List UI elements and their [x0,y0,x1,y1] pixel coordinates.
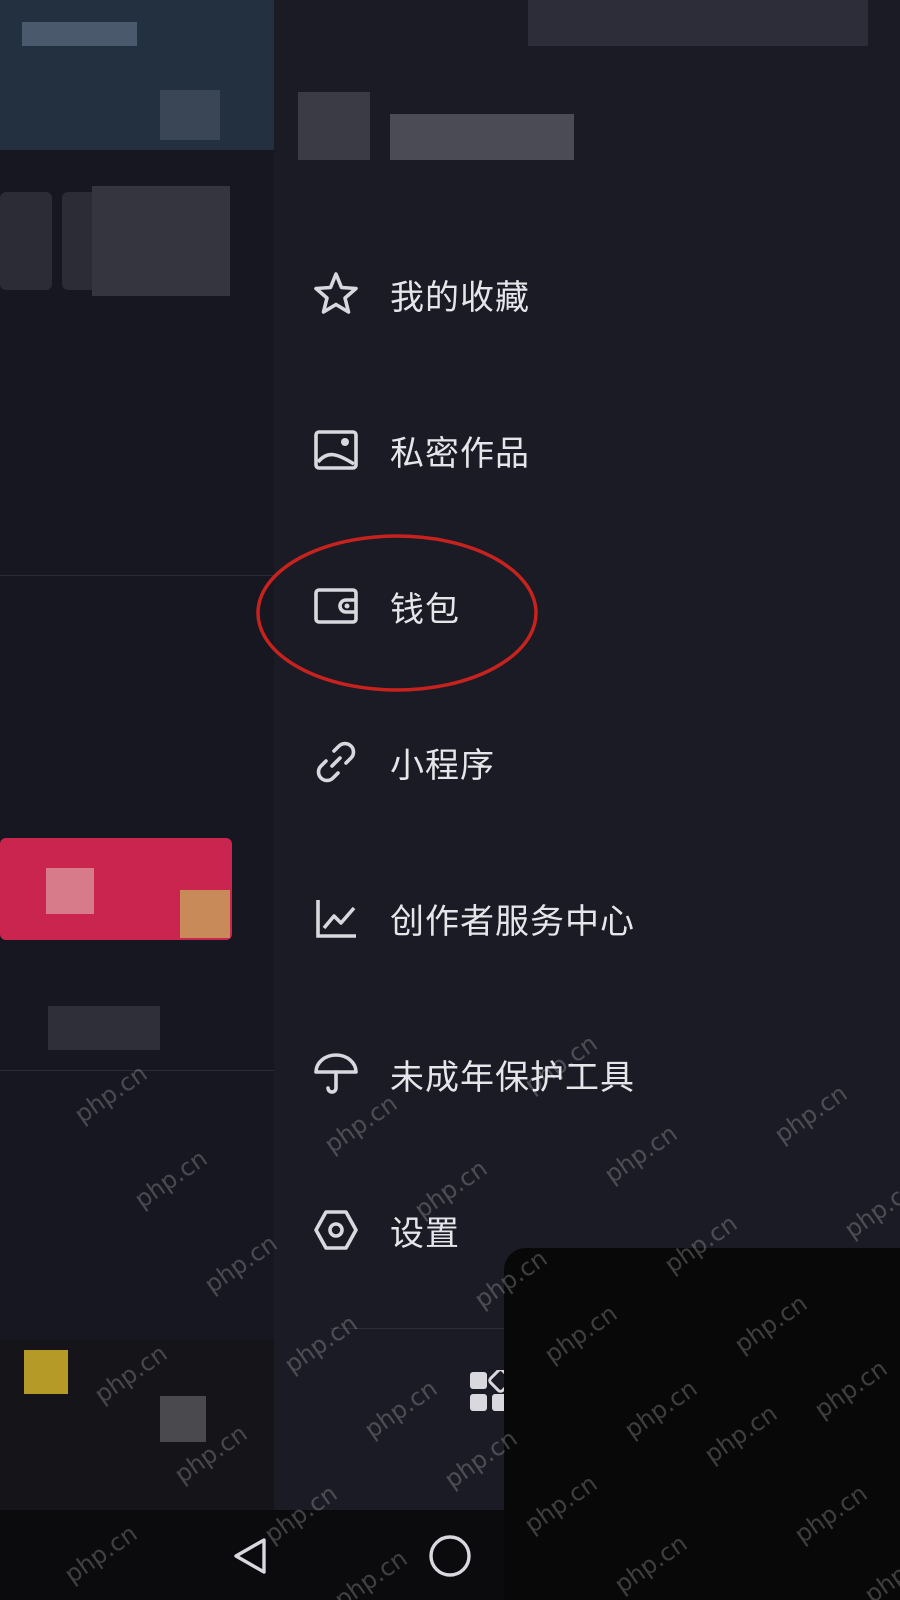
blurred-text [160,90,220,140]
blurred-username [390,114,574,160]
blurred-yellow-detail [24,1350,68,1394]
menu-item-wallet[interactable]: 钱包 [310,566,870,646]
umbrella-icon [310,1048,362,1100]
menu-item-label: 未成年保护工具 [390,1057,635,1098]
hexagon-settings-icon [310,1204,362,1256]
star-icon [310,268,362,320]
blurred-avatar [298,92,370,160]
menu-item-mini-programs[interactable]: 小程序 [310,722,870,802]
blurred-thumbnail [92,186,230,296]
menu-item-favorites[interactable]: 我的收藏 [310,254,870,334]
blurred-text [22,22,137,46]
blurred-gray-detail [160,1396,206,1442]
screen: 我的收藏 私密作品 钱包 小程序 创作者服务中心 未成年保护工具 设置 php.… [0,0,900,1600]
menu-item-label: 私密作品 [390,433,530,474]
blurred-text [48,1006,160,1050]
image-icon [310,424,362,476]
blurred-card [0,192,52,290]
triangle-back-icon[interactable] [222,1528,278,1584]
blurred-pink-detail [180,890,230,938]
blurred-divider [0,575,274,576]
menu-item-creator-center[interactable]: 创作者服务中心 [310,878,870,958]
menu-item-label: 我的收藏 [390,277,530,318]
blurred-background-content [0,0,274,1510]
link-icon [310,736,362,788]
menu-item-minor-protection[interactable]: 未成年保护工具 [310,1034,870,1114]
blurred-header-text [528,0,868,46]
menu-item-label: 小程序 [390,745,495,786]
menu-item-label: 设置 [390,1213,460,1254]
menu-item-label: 创作者服务中心 [390,901,635,942]
black-overlay-panel [504,1248,900,1600]
menu-item-private-works[interactable]: 私密作品 [310,410,870,490]
chart-icon [310,892,362,944]
blurred-divider [0,1070,274,1071]
circle-home-icon[interactable] [422,1528,478,1584]
wallet-icon [310,580,362,632]
menu-item-label: 钱包 [390,589,460,630]
blurred-pink-detail [46,868,94,914]
